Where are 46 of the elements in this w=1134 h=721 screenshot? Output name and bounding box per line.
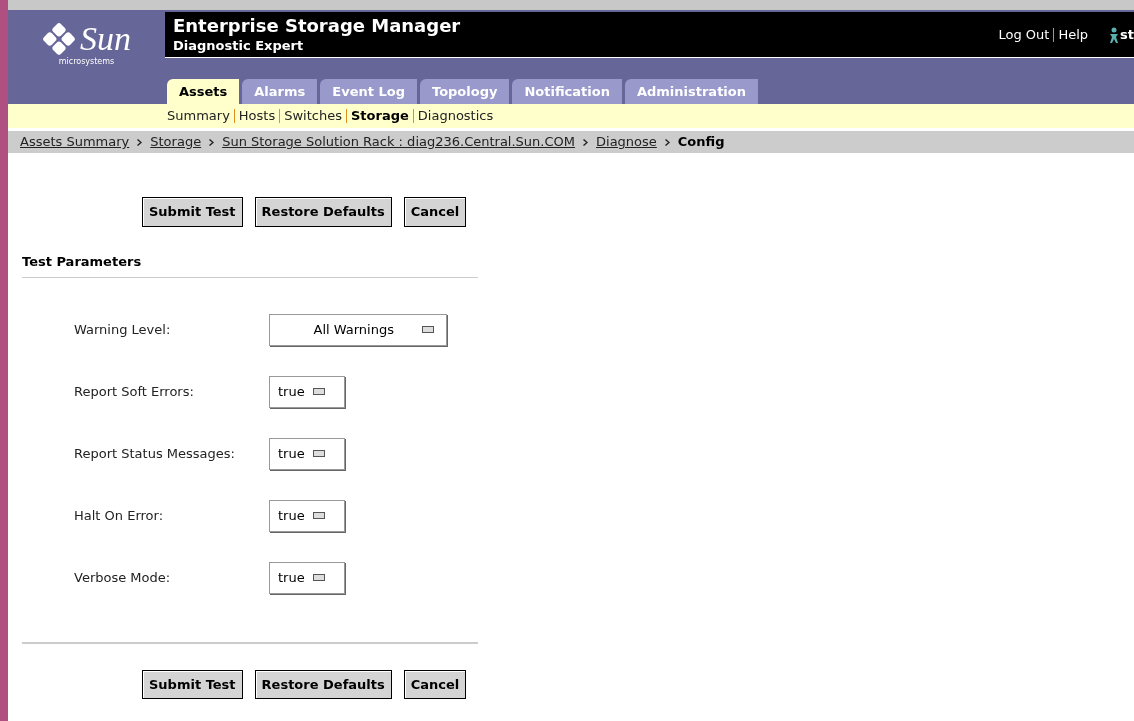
form-button[interactable]: Submit Test: [142, 197, 243, 227]
form-button[interactable]: Restore Defaults: [254, 197, 392, 227]
breadcrumb-current: Config: [677, 133, 725, 152]
parameter-label: Report Status Messages:: [74, 444, 236, 463]
header-link[interactable]: Log Out: [998, 24, 1050, 45]
select-field[interactable]: All Warnings: [269, 313, 447, 346]
breadcrumb-link[interactable]: Diagnose: [596, 132, 657, 152]
select-field[interactable]: true: [269, 375, 345, 408]
chevron-right-icon: [209, 138, 215, 146]
breadcrumb-link[interactable]: Sun Storage Solution Rack : diag236.Central.Sun.COM: [222, 132, 575, 152]
logo-subtitle: microsystems: [58, 56, 115, 68]
subnav-link[interactable]: Diagnostics: [417, 106, 494, 126]
app-title: Enterprise Storage Manager: [173, 15, 461, 38]
header-link[interactable]: Help: [1058, 24, 1089, 45]
logo-icon: [42, 22, 76, 56]
form-button[interactable]: Restore Defaults: [254, 669, 392, 699]
logo-wordmark: Sun: [80, 22, 131, 56]
form-button[interactable]: Cancel: [403, 669, 467, 699]
form-button[interactable]: Cancel: [403, 197, 467, 227]
dropdown-indicator-icon: [312, 388, 325, 395]
user-figure-icon: [1108, 26, 1121, 43]
chevron-right-icon: [664, 138, 670, 146]
subnav-link[interactable]: Hosts: [238, 106, 276, 126]
dropdown-indicator-icon: [312, 512, 325, 519]
subnav-link[interactable]: Summary: [167, 106, 230, 126]
app-subtitle: Diagnostic Expert: [173, 37, 305, 54]
parameter-label: Report Soft Errors:: [74, 382, 195, 401]
parameter-label: Halt On Error:: [74, 506, 165, 525]
chevron-right-icon: [583, 138, 588, 146]
subnav-link[interactable]: Switches: [284, 106, 342, 126]
user-name: st: [1120, 25, 1134, 44]
parameter-label: Warning Level:: [74, 320, 172, 339]
breadcrumb-link[interactable]: Assets Summary: [20, 132, 130, 152]
nav-tab[interactable]: Assets: [167, 79, 240, 104]
select-field[interactable]: true: [269, 561, 345, 594]
chevron-right-icon: [137, 138, 143, 146]
breadcrumb-link[interactable]: Storage: [150, 132, 202, 152]
section-title: Test Parameters: [22, 253, 142, 269]
parameter-label: Verbose Mode:: [74, 568, 172, 587]
subnav-link[interactable]: Storage: [350, 106, 409, 126]
dropdown-indicator-icon: [312, 450, 325, 457]
select-field[interactable]: true: [269, 499, 345, 532]
dropdown-indicator-icon: [312, 574, 325, 581]
form-button[interactable]: Submit Test: [142, 669, 243, 699]
select-field[interactable]: true: [269, 437, 345, 470]
dropdown-indicator-icon: [422, 326, 434, 333]
